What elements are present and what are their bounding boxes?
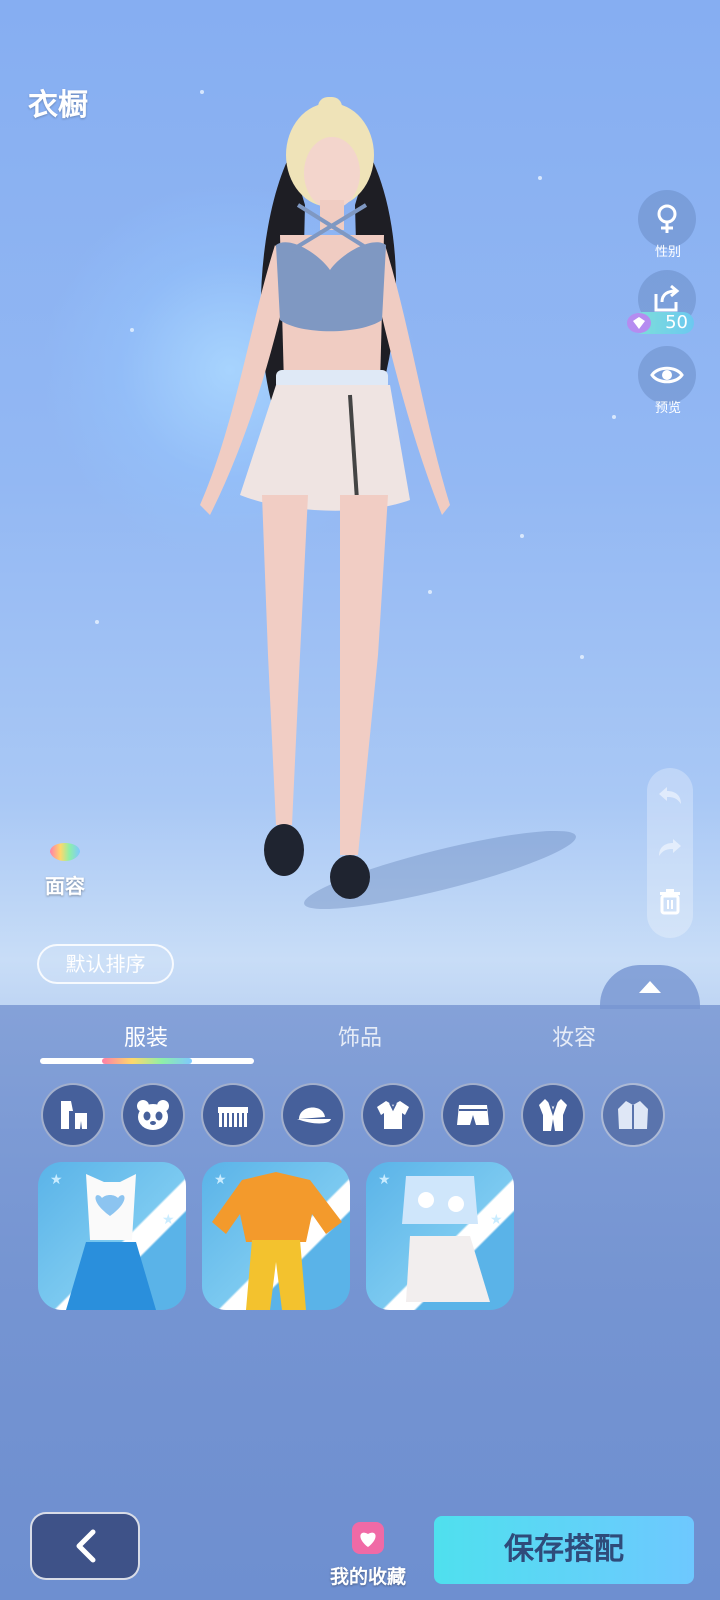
outfit-item[interactable]: ★ ★ — [202, 1162, 350, 1310]
face-label: 面容 — [45, 874, 85, 898]
comb-icon — [218, 1107, 248, 1127]
sparkle — [520, 534, 524, 538]
gender-label: 性别 — [654, 245, 681, 260]
jacket-icon — [618, 1101, 648, 1129]
category-pet[interactable] — [121, 1083, 185, 1147]
active-tab-indicator — [40, 1058, 254, 1064]
cloud-top-white-skirt-outfit-icon — [402, 1176, 490, 1302]
cap-icon — [297, 1107, 331, 1124]
save-outfit-button[interactable]: 保存搭配 — [434, 1516, 694, 1584]
preview-button[interactable] — [638, 346, 696, 404]
preview-label: 预览 — [654, 401, 681, 416]
category-bottoms[interactable] — [441, 1083, 505, 1147]
shorts-icon — [457, 1105, 489, 1125]
tab-clothing[interactable]: 服装 — [46, 1020, 246, 1052]
outfit-item[interactable]: ★ ★ — [366, 1162, 514, 1310]
tab-accessories[interactable]: 饰品 — [260, 1020, 460, 1052]
category-headwear[interactable] — [281, 1083, 345, 1147]
blue-heart-tank-skirt-outfit-icon — [66, 1174, 156, 1310]
panda-icon — [137, 1100, 169, 1130]
trash-icon[interactable] — [655, 886, 685, 916]
undo-icon[interactable] — [655, 782, 685, 812]
sparkle — [612, 415, 616, 419]
female-icon — [657, 204, 677, 233]
favorites-button[interactable]: 我的收藏 — [318, 1520, 418, 1589]
suit-icon — [539, 1099, 567, 1131]
gem-icon — [627, 313, 651, 333]
share-reward-value: 50 — [665, 312, 688, 333]
sparkle — [200, 90, 204, 94]
page-title: 衣橱 — [28, 88, 88, 123]
full-outfit-icon — [61, 1101, 87, 1129]
heart-icon — [352, 1522, 384, 1554]
panel-collapse-button[interactable] — [600, 965, 700, 1009]
shirt-icon — [377, 1101, 409, 1129]
sparkle — [95, 620, 99, 624]
rainbow-face-icon — [50, 843, 80, 861]
tab-makeup[interactable]: 妆容 — [474, 1020, 674, 1052]
sparkle — [538, 176, 542, 180]
arrow-up-icon — [639, 981, 661, 993]
sparkle — [130, 328, 134, 332]
sparkle — [580, 655, 584, 659]
share-icon — [654, 284, 680, 312]
chevron-left-icon — [76, 1529, 96, 1563]
category-hair[interactable] — [201, 1083, 265, 1147]
outfit-item[interactable]: ★ ★ — [38, 1162, 186, 1310]
category-outerwear[interactable] — [601, 1083, 665, 1147]
character-model[interactable] — [180, 95, 480, 915]
redo-icon[interactable] — [655, 834, 685, 864]
edit-history-panel — [647, 768, 693, 938]
share-reward-badge: 50 — [627, 312, 694, 334]
gender-button[interactable] — [638, 190, 696, 248]
orange-crop-top-yellow-pants-outfit-icon — [212, 1172, 342, 1310]
sort-button[interactable]: 默认排序 — [37, 944, 174, 984]
eye-icon — [650, 366, 684, 384]
category-suits[interactable] — [521, 1083, 585, 1147]
category-tops[interactable] — [361, 1083, 425, 1147]
favorites-label: 我的收藏 — [329, 1566, 406, 1588]
back-button[interactable] — [30, 1512, 140, 1580]
face-button[interactable]: 面容 — [38, 836, 92, 899]
category-full-outfit[interactable] — [41, 1083, 105, 1147]
